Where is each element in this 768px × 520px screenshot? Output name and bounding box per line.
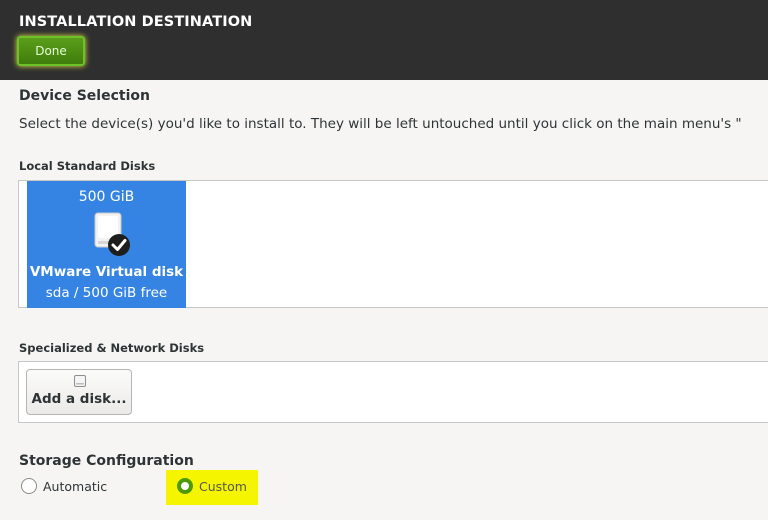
disk-tile-sda[interactable]: 500 GiB VMware Virtual disk sda / 500 Gi… <box>27 181 186 308</box>
radio-custom[interactable]: Custom <box>177 477 247 495</box>
device-selection-title: Device Selection <box>19 88 150 104</box>
network-disks-panel: Add a disk... <box>18 361 768 423</box>
device-selection-description: Select the device(s) you'd like to insta… <box>19 116 742 132</box>
disk-size: 500 GiB <box>78 189 135 205</box>
radio-custom-indicator[interactable] <box>177 478 193 494</box>
local-disks-label: Local Standard Disks <box>19 159 156 173</box>
radio-custom-label: Custom <box>199 478 247 494</box>
done-button[interactable]: Done <box>17 36 85 66</box>
disk-small-icon <box>74 375 86 387</box>
disk-detail: sda / 500 GiB free <box>45 285 168 301</box>
disk-name: VMware Virtual disk <box>29 264 184 280</box>
radio-automatic-indicator[interactable] <box>21 478 37 494</box>
header-bar: INSTALLATION DESTINATION Done <box>0 0 768 80</box>
check-badge-icon <box>108 234 130 256</box>
add-disk-button[interactable]: Add a disk... <box>26 369 132 415</box>
radio-automatic-label: Automatic <box>43 478 108 494</box>
page-title: INSTALLATION DESTINATION <box>19 14 253 30</box>
radio-automatic[interactable]: Automatic <box>21 477 107 495</box>
storage-configuration-title: Storage Configuration <box>19 453 194 469</box>
network-disks-label: Specialized & Network Disks <box>19 341 205 355</box>
add-disk-label: Add a disk... <box>31 391 127 407</box>
hard-disk-icon <box>94 212 130 256</box>
local-disks-panel: 500 GiB VMware Virtual disk sda / 500 Gi… <box>18 180 768 308</box>
